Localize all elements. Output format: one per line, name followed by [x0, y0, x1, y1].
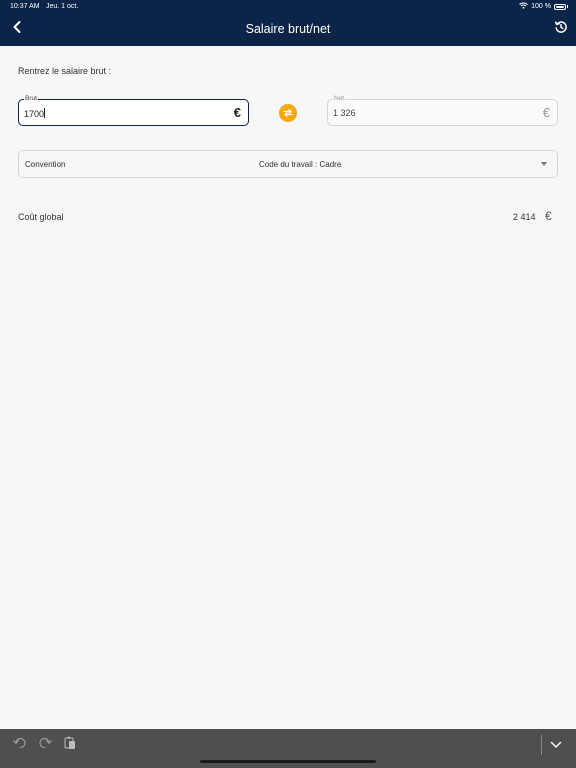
bar-divider — [541, 735, 542, 755]
brut-value: 1700 — [24, 109, 45, 119]
net-input[interactable]: Net 1 326 € — [327, 95, 558, 126]
cout-global-value: 2 414 — [513, 212, 536, 222]
chevron-down-icon — [541, 162, 547, 166]
battery-tip — [567, 5, 568, 8]
history-icon — [554, 20, 568, 39]
home-indicator[interactable] — [200, 760, 376, 763]
keyboard-shortcut-bar — [0, 729, 576, 768]
status-indicators: 100 % — [519, 2, 568, 11]
salary-prompt: Rentrez le salaire brut : — [18, 66, 112, 76]
brut-input[interactable]: Brut 1700 € — [18, 95, 249, 126]
battery-percent: 100 % — [531, 3, 551, 10]
net-currency: € — [542, 105, 550, 120]
brut-value-wrap: 1700 — [24, 108, 46, 119]
redo-icon — [38, 736, 52, 754]
convention-value: Code du travail : Cadre — [259, 160, 342, 169]
history-button[interactable] — [552, 20, 570, 38]
swap-arrows-icon — [283, 104, 293, 122]
dismiss-keyboard-button[interactable] — [548, 737, 564, 753]
text-caret — [44, 108, 46, 118]
status-bar: 10:37 AM Jeu. 1 oct. 100 % — [0, 0, 576, 14]
brut-label: Brut — [24, 95, 38, 103]
status-date: Jeu. 1 oct. — [46, 3, 79, 10]
undo-button[interactable] — [12, 737, 28, 753]
paste-button[interactable] — [62, 736, 78, 755]
convention-label: Convention — [25, 160, 66, 169]
undo-icon — [13, 736, 27, 754]
cout-global-label: Coût global — [18, 212, 64, 222]
cout-global-currency: € — [545, 209, 552, 223]
swap-button[interactable] — [279, 104, 297, 122]
page-title: Salaire brut/net — [245, 22, 331, 36]
wifi-icon — [519, 2, 528, 11]
status-time: 10:37 AM — [10, 3, 40, 10]
net-value: 1 326 — [333, 108, 356, 118]
brut-currency: € — [233, 105, 241, 120]
dismiss-keyboard-icon — [550, 736, 562, 754]
app-header: 10:37 AM Jeu. 1 oct. 100 % Salaire brut/… — [0, 0, 576, 46]
battery-icon — [554, 3, 566, 10]
paste-icon — [64, 736, 76, 755]
net-label: Net — [333, 95, 346, 103]
convention-select[interactable]: Convention Code du travail : Cadre — [18, 150, 558, 178]
redo-button[interactable] — [37, 737, 53, 753]
